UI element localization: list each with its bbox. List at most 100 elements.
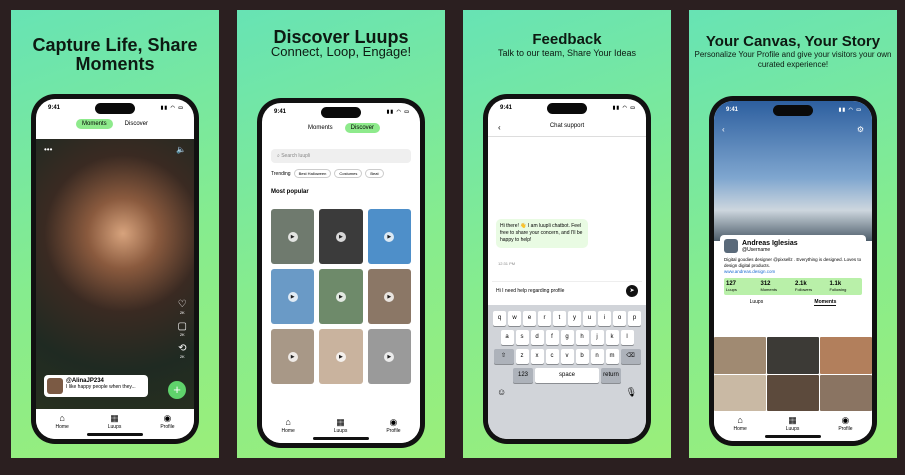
key-x[interactable]: x (530, 349, 544, 364)
moment-thumbnail[interactable] (820, 374, 872, 411)
tab-moments[interactable]: Moments (814, 299, 837, 306)
promo-panel-discover: Discover Luups Connect, Loop, Engage! 9:… (237, 10, 445, 458)
key-z[interactable]: z (515, 349, 529, 364)
key-u[interactable]: u (583, 311, 596, 326)
profile-icon: ◉ (841, 415, 850, 425)
video-tile[interactable] (271, 269, 315, 324)
key-p[interactable]: p (628, 311, 641, 326)
moment-thumbnail[interactable] (820, 337, 872, 374)
volume-icon[interactable]: 🔈 (176, 145, 186, 154)
nav-profile[interactable]: ◉ Profile (838, 415, 852, 433)
message-text: Hi I need help regarding profile (496, 288, 565, 294)
delete-key[interactable]: ⌫ (620, 349, 641, 364)
tab-discover[interactable]: Discover (119, 119, 154, 129)
bio-text: Digital goodies designer @pixsellz . Eve… (724, 257, 862, 268)
key-o[interactable]: o (613, 311, 626, 326)
home-indicator (313, 437, 369, 440)
video-tile[interactable] (271, 329, 315, 384)
grid-icon: ▦ (788, 415, 797, 425)
key-m[interactable]: m (605, 349, 619, 364)
key-w[interactable]: w (508, 311, 521, 326)
settings-gear-icon[interactable]: ⚙ (857, 125, 864, 134)
trending-chip[interactable]: Beat (365, 169, 384, 178)
more-icon[interactable]: ••• (44, 145, 52, 154)
nav-luups[interactable]: ▦ Luups (785, 415, 800, 433)
moment-thumbnail[interactable] (767, 337, 819, 374)
nav-profile[interactable]: ◉ Profile (160, 414, 174, 431)
post-caption[interactable]: @AlinaJP234 I like happy people when the… (44, 375, 148, 397)
key-t[interactable]: t (553, 311, 566, 326)
avatar[interactable] (724, 239, 738, 253)
search-input[interactable]: ⌕ Search luupli (271, 149, 411, 163)
panel-subheadline: Connect, Loop, Engage! (270, 44, 412, 59)
numbers-key[interactable]: 123 (513, 368, 533, 383)
key-c[interactable]: c (545, 349, 559, 364)
key-s[interactable]: s (515, 330, 529, 345)
tab-moments[interactable]: Moments (302, 123, 339, 133)
tab-luups[interactable]: Luups (750, 299, 764, 306)
moment-thumbnail[interactable] (714, 374, 766, 411)
nav-luups[interactable]: ▦ Luups (108, 414, 122, 431)
stat-followers[interactable]: 2.1k Followers (793, 278, 828, 295)
moment-thumbnail[interactable] (714, 337, 766, 374)
emoji-icon[interactable]: ☺ (497, 387, 506, 398)
video-tile[interactable] (271, 209, 315, 264)
stat-moments[interactable]: 312 Moments (759, 278, 794, 295)
microphone-icon[interactable]: 🎙 (626, 387, 637, 398)
message-input[interactable]: Hi I need help regarding profile ➤ (492, 281, 642, 299)
add-button[interactable]: + (168, 381, 186, 399)
key-b[interactable]: b (575, 349, 589, 364)
return-key[interactable]: return (601, 368, 621, 383)
moment-photo[interactable] (36, 139, 194, 409)
key-g[interactable]: g (560, 330, 574, 345)
key-a[interactable]: a (500, 330, 514, 345)
key-v[interactable]: v (560, 349, 574, 364)
key-k[interactable]: k (605, 330, 619, 345)
space-key[interactable]: space (535, 368, 599, 383)
video-tile[interactable] (319, 329, 363, 384)
key-y[interactable]: y (568, 311, 581, 326)
nav-home[interactable]: ⌂ Home (281, 418, 294, 435)
stat-following[interactable]: 1.1k Following (828, 278, 863, 295)
website-link[interactable]: www.andreas.design.com (724, 269, 775, 274)
video-tile[interactable] (319, 269, 363, 324)
moment-thumbnail[interactable] (767, 374, 819, 411)
profile-name: Andreas Iglesias (742, 239, 798, 247)
key-r[interactable]: r (538, 311, 551, 326)
video-tile[interactable] (367, 269, 411, 324)
nav-label: Luups (785, 426, 800, 432)
key-e[interactable]: e (523, 311, 536, 326)
loop-button[interactable]: ⟲ 2K (178, 343, 186, 359)
key-j[interactable]: j (590, 330, 604, 345)
back-arrow-icon[interactable]: ‹ (498, 123, 501, 132)
user-avatar (47, 378, 63, 394)
key-h[interactable]: h (575, 330, 589, 345)
trending-chip[interactable]: Costumes (334, 169, 363, 178)
video-tile[interactable] (319, 209, 363, 264)
profile-tabs: Luups Moments (724, 295, 862, 308)
back-arrow-icon[interactable]: ‹ (722, 125, 725, 134)
nav-home[interactable]: ⌂ Home (55, 414, 68, 431)
shift-key[interactable]: ⇧ (493, 349, 514, 364)
trending-chip[interactable]: Best Halloween (293, 169, 332, 178)
status-time: 9:41 (274, 109, 287, 115)
key-f[interactable]: f (545, 330, 559, 345)
nav-home[interactable]: ⌂ Home (733, 416, 746, 433)
tab-moments[interactable]: Moments (75, 119, 113, 129)
video-tile[interactable] (367, 209, 411, 264)
tab-discover[interactable]: Discover (344, 123, 381, 133)
key-q[interactable]: q (493, 311, 506, 326)
stat-luups[interactable]: 127 Luups (724, 278, 759, 295)
video-tile[interactable] (367, 329, 411, 384)
send-button[interactable]: ➤ (626, 285, 638, 297)
key-d[interactable]: d (530, 330, 544, 345)
like-button[interactable]: ♡ 2K (178, 299, 187, 315)
nav-luups[interactable]: ▦ Luups (334, 418, 348, 435)
nav-profile[interactable]: ◉ Profile (386, 418, 400, 435)
key-i[interactable]: i (598, 311, 611, 326)
comment-button[interactable]: ▢ 2K (178, 321, 187, 337)
profile-username: @Username (742, 246, 771, 253)
signal-wifi-battery-icon: ▮▮ ◠ ▭ (838, 107, 862, 113)
key-l[interactable]: l (620, 330, 634, 345)
key-n[interactable]: n (590, 349, 604, 364)
